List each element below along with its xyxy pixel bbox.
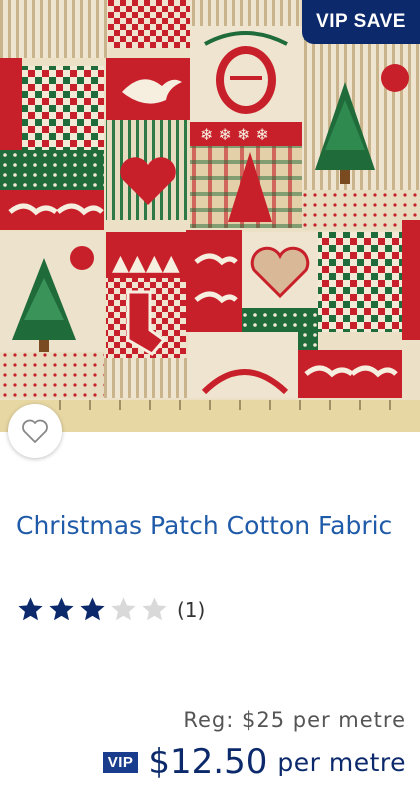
star-icon: [18, 597, 43, 621]
review-count[interactable]: (1): [177, 598, 205, 622]
vip-save-badge: VIP SAVE: [302, 0, 420, 44]
heart-outline-icon: [22, 419, 48, 443]
product-title[interactable]: Christmas Patch Cotton Fabric: [16, 508, 406, 544]
svg-text:▲▲▲▲: ▲▲▲▲: [112, 251, 180, 276]
product-image[interactable]: ❄ ❄ ❄ ❄ ▲▲▲▲ VIP SAVE: [0, 0, 420, 432]
regular-price: Reg: $25 per metre: [183, 708, 406, 732]
fabric-pattern-image: ❄ ❄ ❄ ❄ ▲▲▲▲: [0, 0, 420, 432]
star-icon: [142, 597, 167, 621]
star-icon: [111, 597, 136, 621]
wishlist-button[interactable]: [8, 404, 62, 458]
star-icon: [80, 597, 105, 621]
vip-price: $12.50: [148, 742, 268, 782]
star-icon: [49, 597, 74, 621]
vip-price-unit: per metre: [277, 747, 406, 777]
vip-tag: VIP: [102, 751, 139, 773]
svg-text:❄ ❄ ❄ ❄: ❄ ❄ ❄ ❄: [200, 125, 269, 144]
rating-stars[interactable]: (1): [16, 595, 205, 624]
product-card[interactable]: ❄ ❄ ❄ ❄ ▲▲▲▲ VIP SAVE Christmas Patch Co…: [0, 0, 420, 800]
vip-price-row: VIP $12.50 per metre: [102, 742, 406, 782]
